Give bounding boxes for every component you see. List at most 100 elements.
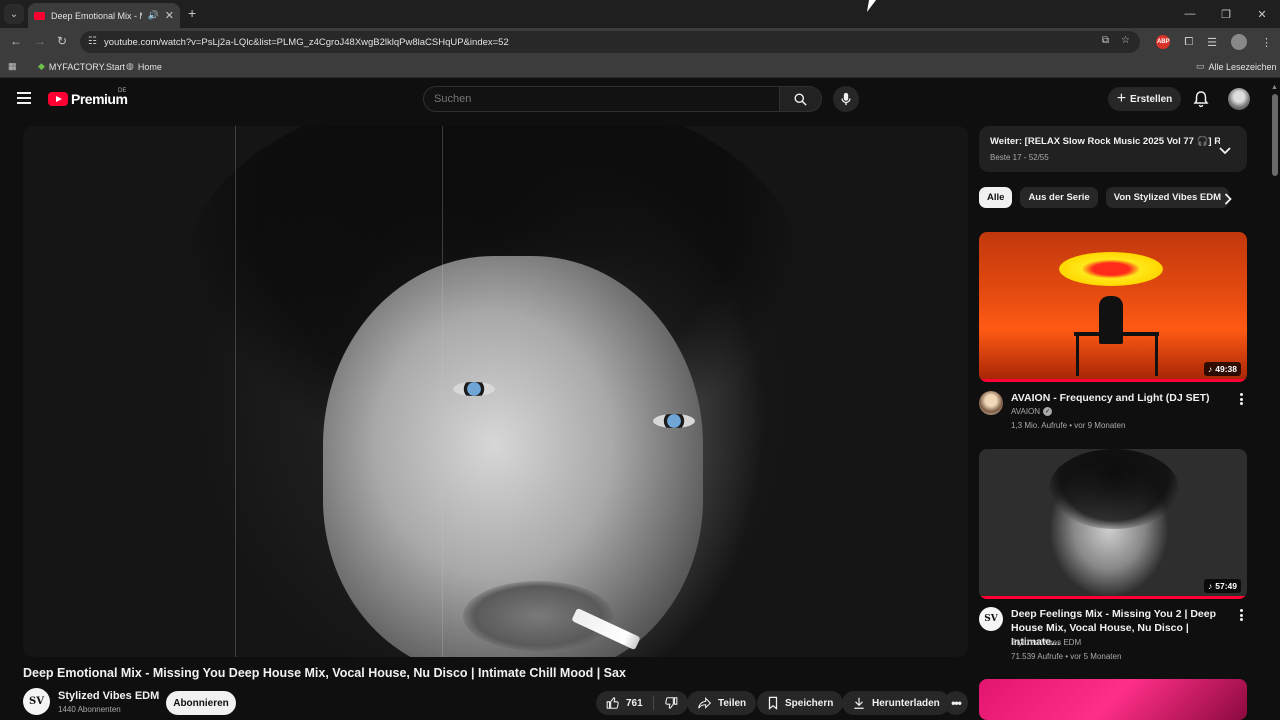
myfactory-icon: ◆ [38,61,45,71]
duration-badge: ♪ 49:38 [1204,362,1241,376]
more-horizontal-icon: ••• [951,696,962,710]
logo-region: DE [118,88,127,94]
bookmark-myfactory[interactable]: ◆ MYFACTORY.Start [38,61,125,72]
more-actions-button[interactable]: ••• [944,691,968,715]
install-app-icon[interactable]: ⧉ [1102,35,1109,46]
save-label: Speichern [785,697,834,709]
address-bar[interactable]: ☷ youtube.com/watch?v=PsLj2a-LQlc&list=P… [80,31,1140,53]
voice-search-button[interactable] [833,86,859,112]
recommendation-thumbnail[interactable] [979,679,1247,720]
restore-icon[interactable]: ❐ [1208,0,1244,28]
bookmark-star-icon[interactable]: ☆ [1121,35,1130,46]
site-info-icon[interactable]: ☷ [88,36,97,47]
bookmark-label: MYFACTORY.Start [48,61,125,72]
recommendation-meta: 71.539 Aufrufe • vor 5 Monaten [1011,652,1122,661]
page-scrollbar[interactable]: ▲ [1270,82,1280,720]
like-count: 761 [626,697,643,709]
chevron-right-icon[interactable] [1224,192,1232,210]
recommendation-thumbnail[interactable]: ♪ 49:38 [979,232,1247,382]
video-frame-eye-left [453,382,495,396]
download-icon [854,697,864,709]
browser-toolbar: ← → ↻ ☷ youtube.com/watch?v=PsLj2a-LQlc&… [0,28,1280,56]
profile-avatar-icon[interactable] [1231,34,1247,50]
channel-avatar[interactable]: SV [23,688,50,715]
thumbnail-desk [1074,332,1159,336]
chip-series[interactable]: Aus der Serie [1020,187,1098,208]
bookmark-label: Home [137,61,162,72]
watch-progress-bar [979,596,1247,599]
forward-arrow-icon[interactable]: → [34,34,46,48]
music-note-icon: ♪ [1208,364,1213,374]
apps-grid-icon[interactable]: ▦ [8,61,17,72]
window-controls: — ❐ ✕ [1172,0,1280,28]
toolbar-right-icons: ABP ⧠ ☰ ⋮ [1156,34,1272,50]
thumbnail-light-disc [1059,252,1163,286]
subscriber-count: 1440 Abonnenten [58,705,121,714]
video-frame-eye-right [653,414,695,428]
browser-menu-icon[interactable]: ⋮ [1261,36,1272,49]
notifications-bell-icon[interactable] [1193,90,1209,113]
create-button[interactable]: + Erstellen [1108,87,1181,111]
new-tab-plus-icon[interactable]: + [188,5,196,21]
menu-hamburger-icon[interactable] [17,92,31,104]
video-frame-line [235,126,236,657]
microphone-icon [841,92,851,106]
bookmark-home[interactable]: ◍ Home [126,61,162,72]
recommendation-thumbnail[interactable]: ♪ 57:49 [979,449,1247,599]
duration-badge: ♪ 57:49 [1204,579,1241,593]
recommendation-meta: 1,3 Mio. Aufrufe • vor 9 Monaten [1011,421,1126,430]
tab-title: Deep Emotional Mix - Missi [51,10,142,21]
subscribe-button[interactable]: Abonnieren [166,691,236,715]
all-bookmarks[interactable]: ▭ Alle Lesezeichen [1196,61,1277,72]
video-frame-line [442,126,443,657]
save-button[interactable]: Speichern [757,691,844,715]
recommendation-channel[interactable]: AVAION ✓ [1011,407,1053,416]
reload-icon[interactable]: ↻ [57,34,67,48]
channel-name[interactable]: Stylized Vibes EDM [58,690,159,702]
bookmarks-bar: ▦ ◆ MYFACTORY.Start ◍ Home ▭ Alle Leseze… [0,56,1280,78]
search-button[interactable] [780,86,822,112]
tab-search-chevron-icon[interactable]: ⌄ [4,4,24,24]
chevron-down-icon[interactable] [1219,142,1231,160]
window-close-icon[interactable]: ✕ [1244,0,1280,28]
media-controls-icon[interactable]: ☰ [1207,36,1217,49]
channel-avatar[interactable] [979,391,1003,415]
music-note-icon: ♪ [1208,581,1213,591]
recommendation-title[interactable]: AVAION - Frequency and Light (DJ SET) [1011,391,1231,405]
playlist-panel[interactable]: Weiter: [RELAX Slow Rock Music 2025 Vol … [979,126,1247,172]
back-arrow-icon[interactable]: ← [10,34,22,48]
scrollbar-thumb[interactable] [1272,94,1278,176]
search-icon [794,93,807,106]
recommendation-channel[interactable]: Stylized Vibes EDM [1011,638,1081,647]
dislike-button[interactable] [654,691,688,715]
youtube-favicon-icon [34,11,45,20]
adblock-extension-icon[interactable]: ABP [1156,35,1171,49]
share-button[interactable]: Teilen [687,691,757,715]
tab-close-icon[interactable]: ✕ [165,9,174,22]
minimize-icon[interactable]: — [1172,0,1208,28]
like-button[interactable]: 761 [596,691,653,715]
download-button[interactable]: Herunterladen [842,691,950,715]
scroll-up-arrow-icon[interactable]: ▲ [1271,84,1278,91]
thumbnail-desk-leg [1155,336,1158,376]
playlist-next-title: Weiter: [RELAX Slow Rock Music 2025 Vol … [990,136,1220,147]
more-vertical-icon[interactable] [1236,392,1246,406]
thumbnail-hair [1049,449,1179,529]
chip-channel[interactable]: Von Stylized Vibes EDM [1105,187,1230,208]
channel-avatar[interactable]: SV [979,607,1003,631]
share-arrow-icon [698,697,712,709]
user-avatar[interactable] [1228,88,1250,110]
speaker-icon[interactable]: 🔊 [148,10,159,21]
address-bar-icons: ⧉ ☆ [1102,35,1130,46]
more-vertical-icon[interactable] [1236,608,1246,622]
youtube-premium-logo[interactable]: Premium DE [48,88,128,107]
search-input[interactable] [423,86,780,112]
extensions-puzzle-icon[interactable]: ⧠ [1184,36,1193,49]
video-player[interactable] [23,126,968,657]
youtube-play-logo-icon [48,92,68,106]
share-label: Teilen [718,697,747,709]
chip-all[interactable]: Alle [979,187,1013,208]
duration-text: 57:49 [1215,581,1237,591]
browser-tab-active[interactable]: Deep Emotional Mix - Missi 🔊 ✕ [28,3,180,28]
verified-check-icon: ✓ [1043,407,1053,416]
